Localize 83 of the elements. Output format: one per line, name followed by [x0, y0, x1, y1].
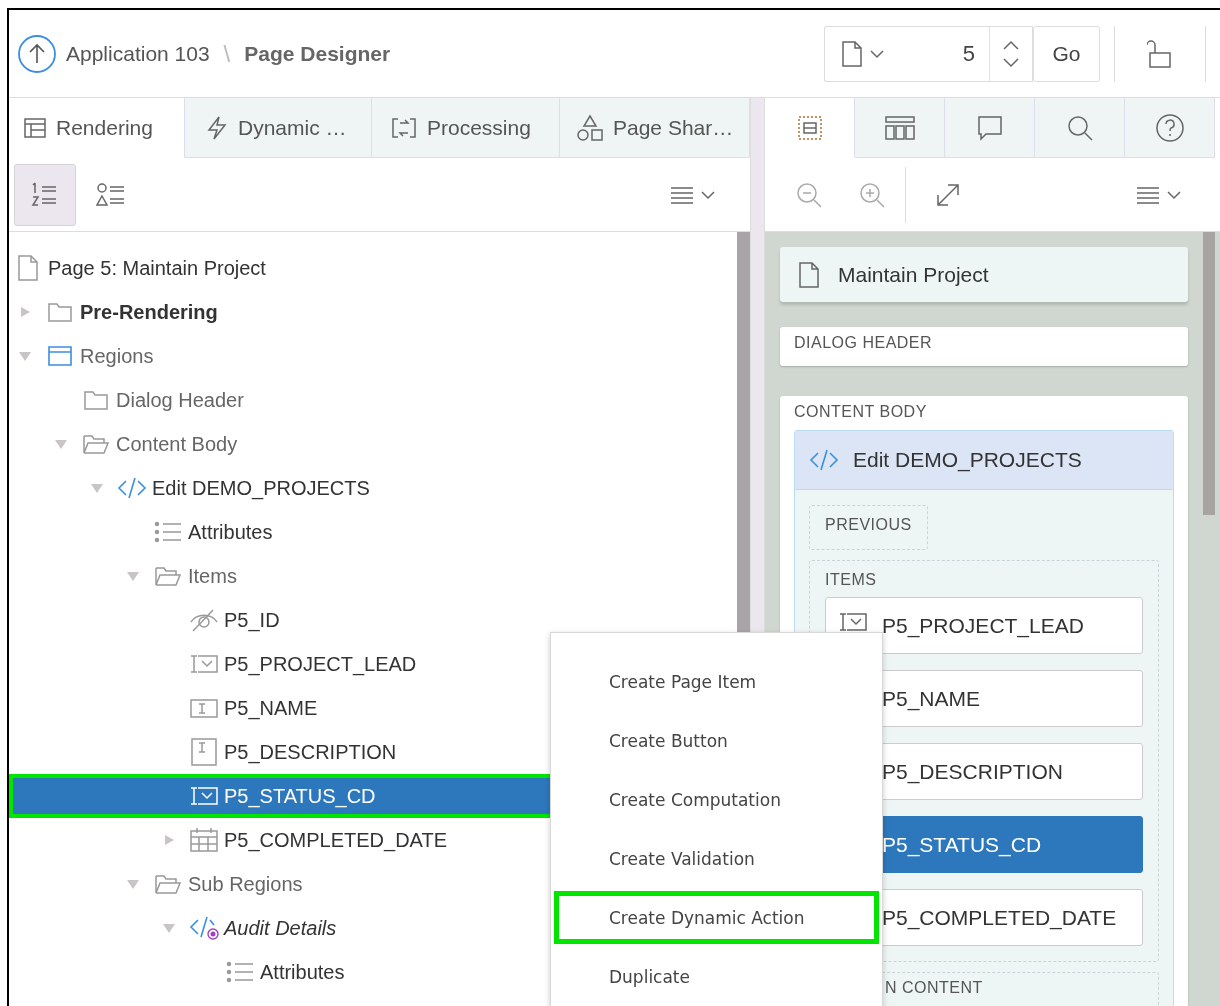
collapse-arrow-icon[interactable]: [54, 438, 68, 450]
tab[interactable]: [855, 98, 945, 158]
tab[interactable]: [945, 98, 1035, 158]
open-folder-icon: [154, 565, 182, 587]
tab[interactable]: [1035, 98, 1125, 158]
caret-icon: [869, 48, 885, 59]
caret-icon: [1166, 189, 1182, 200]
chevron-up-icon: [1002, 39, 1020, 50]
select-list-icon: [189, 653, 219, 675]
tree-row[interactable]: Dialog Header: [9, 378, 737, 422]
tab[interactable]: [1125, 98, 1215, 158]
tree-row[interactable]: Regions: [9, 334, 737, 378]
shapes-icon: [576, 113, 604, 142]
search-icon: [1065, 113, 1094, 142]
page-spinner[interactable]: [989, 25, 1033, 82]
unlocked-padlock-icon: [1147, 38, 1173, 69]
code-icon: [809, 448, 839, 472]
collapse-arrow-icon[interactable]: [126, 570, 140, 582]
view-toggle-button[interactable]: [14, 163, 76, 226]
tree-row[interactable]: Items: [9, 554, 737, 598]
tab[interactable]: Processing: [372, 98, 560, 158]
page-icon: [798, 260, 820, 289]
folder-icon: [47, 301, 73, 323]
tree-row[interactable]: Page 5: Maintain Project: [9, 246, 737, 290]
menu-icon: [1136, 184, 1160, 205]
canvas-item[interactable]: P5_PROJECT_LEAD: [825, 597, 1143, 654]
page-icon: [17, 254, 39, 282]
page-title: Page Designer: [244, 41, 391, 66]
textarea-icon: [190, 737, 218, 767]
menu-button[interactable]: [1136, 184, 1182, 205]
region-title: Edit DEMO_PROJECTS: [853, 448, 1082, 472]
region-label: CONTENT BODY: [794, 403, 928, 421]
chevron-down-icon: [1002, 57, 1020, 68]
collapse-arrow-icon[interactable]: [162, 922, 176, 934]
select-list-icon: [189, 785, 219, 807]
expand-arrow-icon[interactable]: [19, 305, 31, 319]
expand-arrow-icon[interactable]: [163, 833, 175, 847]
columns-layout-icon: [883, 113, 916, 142]
folder-icon: [83, 389, 109, 411]
open-folder-icon: [154, 873, 182, 895]
region-label: DIALOG HEADER: [794, 334, 934, 352]
menu-button[interactable]: [670, 184, 716, 205]
tree-row[interactable]: Content Body: [9, 422, 737, 466]
calendar-icon: [189, 827, 219, 853]
page-card[interactable]: Maintain Project: [780, 247, 1188, 302]
text-field-icon: [189, 697, 219, 719]
tree-row[interactable]: Edit DEMO_PROJECTS: [9, 466, 737, 510]
help-icon: [1154, 112, 1185, 143]
page-number-field[interactable]: 5: [899, 25, 989, 82]
collapse-arrow-icon[interactable]: [126, 878, 140, 890]
table-icon: [23, 116, 47, 139]
collapse-arrow-icon[interactable]: [90, 482, 104, 494]
breadcrumb-link[interactable]: Application 103: [66, 41, 210, 66]
tree-row[interactable]: Pre-Rendering: [9, 290, 737, 334]
list-icon: [154, 521, 182, 543]
speech-bubble-icon: [975, 113, 1004, 142]
lightning-icon: [205, 114, 229, 141]
breadcrumb-separator: \: [223, 39, 231, 68]
select-list-icon: [838, 611, 868, 633]
caret-icon: [700, 189, 716, 200]
tab[interactable]: Dynamic …: [185, 98, 372, 158]
scrollbar[interactable]: [1203, 232, 1215, 515]
open-folder-icon: [82, 433, 110, 455]
up-button[interactable]: [17, 33, 57, 74]
eye-slash-icon: [189, 608, 219, 632]
go-button[interactable]: Go: [1033, 25, 1100, 82]
zoom-in-icon: [858, 180, 886, 209]
menu-icon: [670, 184, 694, 205]
collapse-arrow-icon[interactable]: [18, 350, 32, 362]
tree-row[interactable]: P5_ID: [9, 598, 737, 642]
drop-zone-label: ITEMS: [825, 571, 878, 589]
tab[interactable]: Page Shar…: [560, 98, 750, 158]
list-icon: [226, 961, 254, 983]
code-icon: [189, 915, 219, 941]
window-icon: [47, 345, 73, 367]
dashed-layout-icon: [795, 113, 824, 142]
drop-zone-label: N CONTENT: [884, 979, 984, 997]
tree-row[interactable]: Attributes: [9, 510, 737, 554]
page-card-title: Maintain Project: [838, 262, 989, 287]
zoom-out-icon: [795, 180, 823, 209]
drop-zone-label: PREVIOUS: [825, 516, 912, 534]
code-icon: [117, 476, 147, 500]
page-icon: [841, 39, 863, 68]
